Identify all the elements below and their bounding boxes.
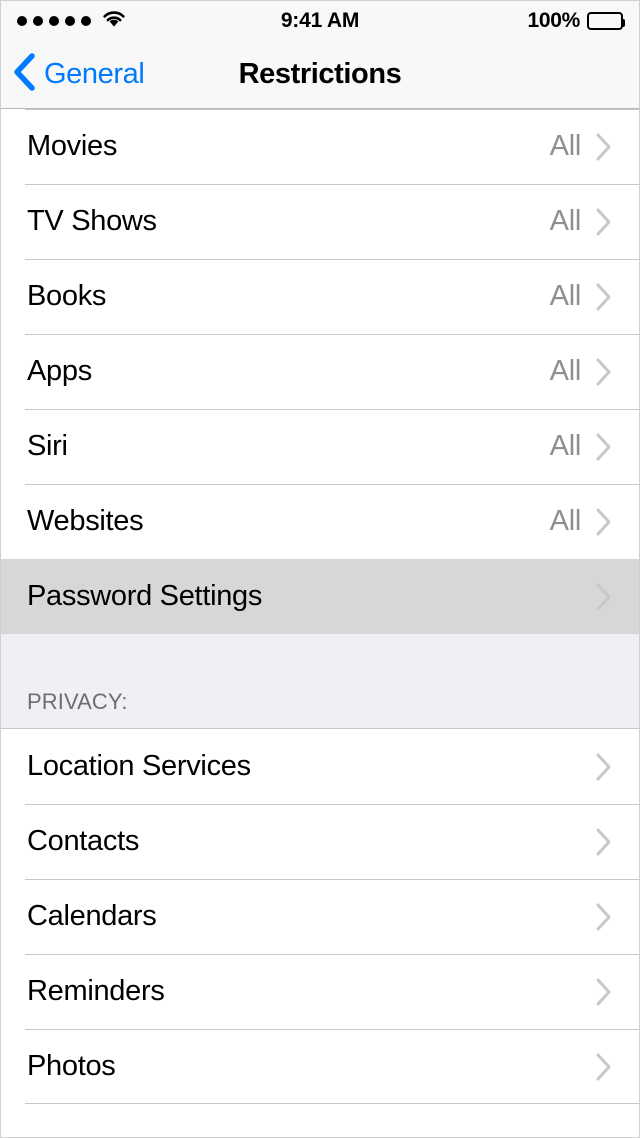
- chevron-right-icon: [595, 827, 639, 857]
- chevron-right-icon: [595, 357, 639, 387]
- iphone-screen: 9:41 AM 100% General Restrictions Movies…: [0, 0, 640, 1138]
- row-label: Password Settings: [27, 580, 263, 612]
- row-label: Apps: [27, 355, 92, 387]
- table-row[interactable]: Password Settings: [1, 559, 639, 634]
- row-label: Books: [27, 280, 107, 312]
- row-value: All: [549, 355, 582, 387]
- row-separator: [25, 259, 639, 260]
- row-separator: [25, 334, 639, 335]
- navigation-bar: General Restrictions: [1, 41, 639, 109]
- chevron-right-icon: [595, 752, 639, 782]
- battery-percentage-label: 100%: [527, 9, 580, 32]
- chevron-right-icon: [595, 507, 639, 537]
- row-separator: [25, 879, 639, 880]
- table-row[interactable]: Location Services: [1, 729, 639, 804]
- row-label: TV Shows: [27, 205, 157, 237]
- chevron-right-icon: [595, 282, 639, 312]
- chevron-right-icon: [595, 432, 639, 462]
- row-label: Siri: [27, 430, 68, 462]
- battery-nub: [622, 19, 625, 27]
- row-separator: [25, 484, 639, 485]
- signal-dot: [49, 16, 59, 26]
- signal-dot: [65, 16, 75, 26]
- chevron-right-icon: [595, 1052, 639, 1082]
- row-label: Photos: [27, 1050, 116, 1082]
- table-row[interactable]: Websites All: [1, 484, 639, 559]
- section-header-label: PRIVACY:: [27, 689, 128, 714]
- row-label: Reminders: [27, 975, 165, 1007]
- section-header: PRIVACY:: [1, 634, 639, 729]
- table-row[interactable]: Books All: [1, 259, 639, 334]
- back-button[interactable]: General: [1, 52, 145, 97]
- row-label: Contacts: [27, 825, 140, 857]
- row-separator: [25, 109, 639, 110]
- chevron-right-icon: [595, 132, 639, 162]
- signal-strength-dots: [17, 16, 91, 26]
- status-bar-right: 100%: [527, 9, 625, 33]
- row-separator: [25, 954, 639, 955]
- table-row[interactable]: Reminders: [1, 954, 639, 1029]
- row-separator: [25, 804, 639, 805]
- battery-icon: [587, 12, 625, 30]
- row-value: All: [549, 130, 582, 162]
- chevron-left-icon: [12, 52, 36, 97]
- chevron-right-icon: [595, 977, 639, 1007]
- row-label: Websites: [27, 505, 144, 537]
- row-label: Calendars: [27, 900, 157, 932]
- signal-dot: [81, 16, 91, 26]
- row-value: All: [549, 430, 582, 462]
- row-value: All: [549, 280, 582, 312]
- status-bar-left: [17, 9, 127, 33]
- table-row[interactable]: Apps All: [1, 334, 639, 409]
- wifi-icon: [101, 9, 127, 33]
- table-row[interactable]: Siri All: [1, 409, 639, 484]
- row-label: Location Services: [27, 750, 251, 782]
- row-label: Movies: [27, 130, 118, 162]
- table-row[interactable]: Calendars: [1, 879, 639, 954]
- chevron-right-icon: [595, 902, 639, 932]
- row-separator: [25, 184, 639, 185]
- row-separator: [25, 1029, 639, 1030]
- chevron-right-icon: [595, 582, 639, 612]
- status-bar: 9:41 AM 100%: [1, 1, 639, 41]
- chevron-right-icon: [595, 207, 639, 237]
- row-separator: [25, 409, 639, 410]
- table-row[interactable]: Movies All: [1, 109, 639, 184]
- settings-group: Movies All TV Shows All Books All Apps All Siri A…: [1, 109, 639, 634]
- signal-dot: [33, 16, 43, 26]
- signal-dot: [17, 16, 27, 26]
- row-value: All: [549, 205, 582, 237]
- settings-group: Location Services Contacts Calendars Remind…: [1, 729, 639, 1104]
- table-row[interactable]: TV Shows All: [1, 184, 639, 259]
- row-value: All: [549, 505, 582, 537]
- table-row[interactable]: Contacts: [1, 804, 639, 879]
- settings-table: Movies All TV Shows All Books All Apps All Siri A…: [1, 109, 639, 1104]
- back-button-label: General: [44, 58, 145, 90]
- row-separator: [25, 1103, 639, 1104]
- table-row[interactable]: Photos: [1, 1029, 639, 1104]
